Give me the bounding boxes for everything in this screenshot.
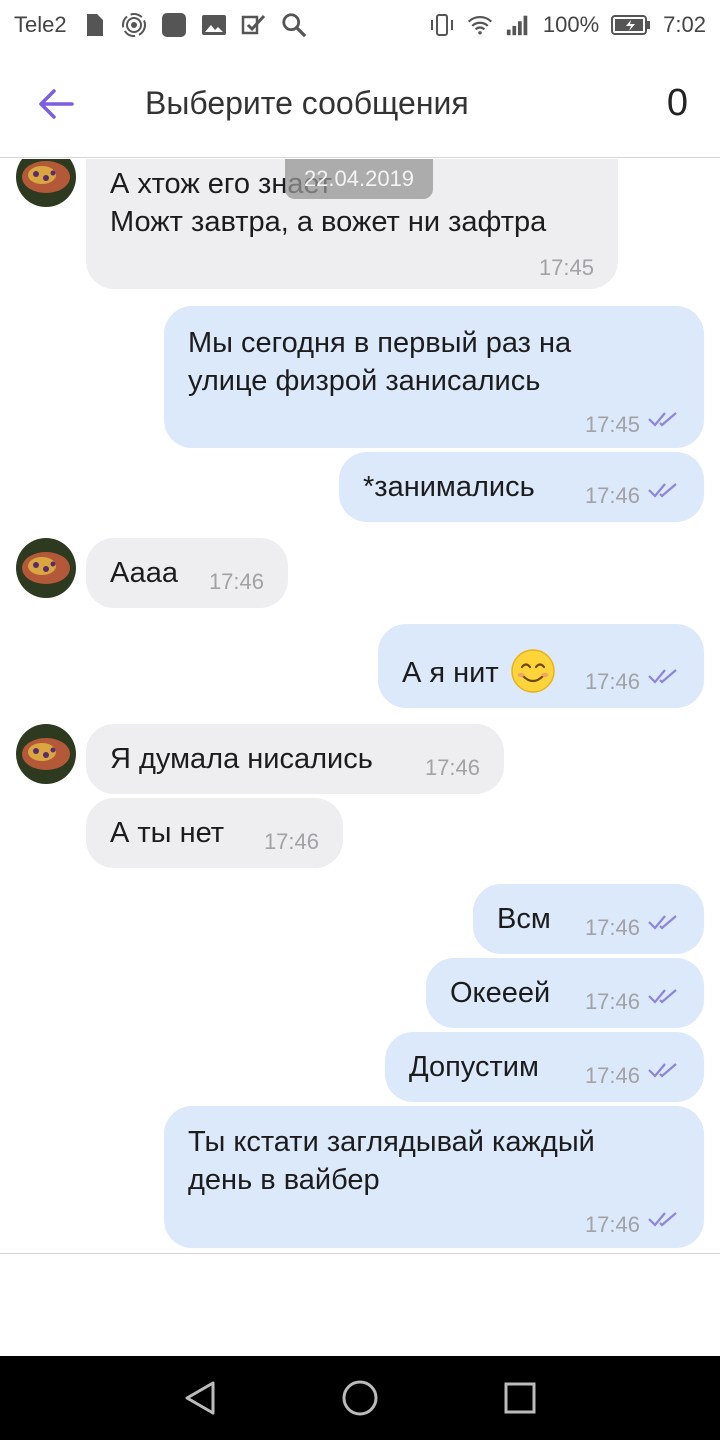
battery-charging-icon xyxy=(611,12,651,38)
message-outgoing[interactable]: Всм 17:46 xyxy=(473,884,704,954)
carrier-label: Tele2 xyxy=(14,12,67,37)
hotspot-icon xyxy=(121,12,147,38)
message-text: Можт завтра, а вожет ни зафтра xyxy=(110,206,547,238)
message-text: *занимались xyxy=(363,471,535,503)
message-incoming[interactable]: Я думала нисались 17:46 xyxy=(86,724,504,794)
message-outgoing[interactable]: А я нит 17:46 xyxy=(378,624,704,708)
vibrate-icon xyxy=(429,12,455,38)
message-time: 17:46 xyxy=(584,989,640,1014)
selected-count: 0 xyxy=(666,82,688,124)
status-bar: Tele2 100% 7:02 xyxy=(0,0,720,50)
battery-percent: 100% xyxy=(542,12,600,37)
read-ticks-icon xyxy=(648,989,677,1004)
message-list[interactable]: А хтож его знает Можт завтра, а вожет ни… xyxy=(0,159,720,1253)
message-time: 17:46 xyxy=(424,755,480,780)
contact-avatar[interactable] xyxy=(16,538,76,598)
message-time: 17:46 xyxy=(584,669,640,694)
message-text: улице физрой занисались xyxy=(188,365,541,397)
message-time: 17:46 xyxy=(208,569,264,594)
message-outgoing[interactable]: Допустим 17:46 xyxy=(385,1032,704,1102)
clock: 7:02 xyxy=(663,12,706,37)
selection-header: Выберите сообщения 0 xyxy=(0,50,720,158)
triangle-back-icon xyxy=(185,1381,215,1415)
message-time: 17:46 xyxy=(584,915,640,940)
message-time: 17:46 xyxy=(584,1063,640,1088)
read-ticks-icon xyxy=(648,412,677,427)
date-badge: 22.04.2019 xyxy=(285,159,433,199)
read-ticks-icon xyxy=(648,915,677,930)
smiling-face-emoji xyxy=(511,649,555,693)
contact-avatar[interactable] xyxy=(16,159,76,207)
wifi-icon xyxy=(467,12,493,38)
message-time: 17:45 xyxy=(538,255,594,280)
snake-avatar-image xyxy=(16,159,76,207)
message-text: А ты нет xyxy=(110,817,225,849)
message-text: Ты кстати заглядывай каждый xyxy=(188,1126,595,1158)
message-text: Мы сегодня в первый раз на xyxy=(188,327,572,359)
read-ticks-icon xyxy=(648,1063,677,1078)
message-text: день в вайбер xyxy=(188,1164,380,1196)
circle-home-icon xyxy=(342,1380,378,1416)
nav-recents-button[interactable] xyxy=(490,1368,550,1428)
message-outgoing[interactable]: Ты кстати заглядывай каждый день в вайбе… xyxy=(164,1106,704,1248)
message-text: Окееей xyxy=(450,977,551,1009)
message-time: 17:46 xyxy=(263,829,319,854)
page-title: Выберите сообщения xyxy=(145,85,469,121)
message-incoming[interactable]: Аааа 17:46 xyxy=(86,538,288,608)
gallery-icon xyxy=(201,12,227,38)
sim-card-icon xyxy=(81,12,107,38)
message-time: 17:46 xyxy=(584,1212,640,1237)
back-arrow-icon xyxy=(39,88,74,119)
send-icon xyxy=(241,12,267,38)
search-icon xyxy=(281,12,307,38)
message-text: Допустим xyxy=(409,1051,539,1083)
message-incoming[interactable]: А ты нет 17:46 xyxy=(86,798,343,868)
message-text: Всм xyxy=(497,903,551,935)
read-ticks-icon xyxy=(648,483,677,498)
snake-avatar-image xyxy=(16,724,76,784)
message-outgoing[interactable]: *занимались 17:46 xyxy=(339,452,704,522)
message-text: А я нит xyxy=(402,657,499,689)
bottom-divider xyxy=(0,1253,720,1254)
read-ticks-icon xyxy=(648,669,677,684)
contact-avatar[interactable] xyxy=(16,724,76,784)
message-outgoing[interactable]: Окееей 17:46 xyxy=(426,958,704,1028)
snake-avatar-image xyxy=(16,538,76,598)
back-button[interactable] xyxy=(0,50,112,158)
nav-home-button[interactable] xyxy=(330,1368,390,1428)
system-nav-bar xyxy=(0,1356,720,1440)
message-text: Я думала нисались xyxy=(110,743,373,775)
message-time: 17:46 xyxy=(584,483,640,508)
message-text: Аааа xyxy=(110,557,179,589)
message-time: 17:45 xyxy=(584,412,640,437)
signal-icon xyxy=(505,12,531,38)
message-outgoing[interactable]: Мы сегодня в первый раз на улице физрой … xyxy=(164,306,704,448)
read-ticks-icon xyxy=(648,1212,677,1227)
square-recents-icon xyxy=(504,1382,536,1414)
nav-back-button[interactable] xyxy=(170,1368,230,1428)
app-notification-icon xyxy=(161,12,187,38)
